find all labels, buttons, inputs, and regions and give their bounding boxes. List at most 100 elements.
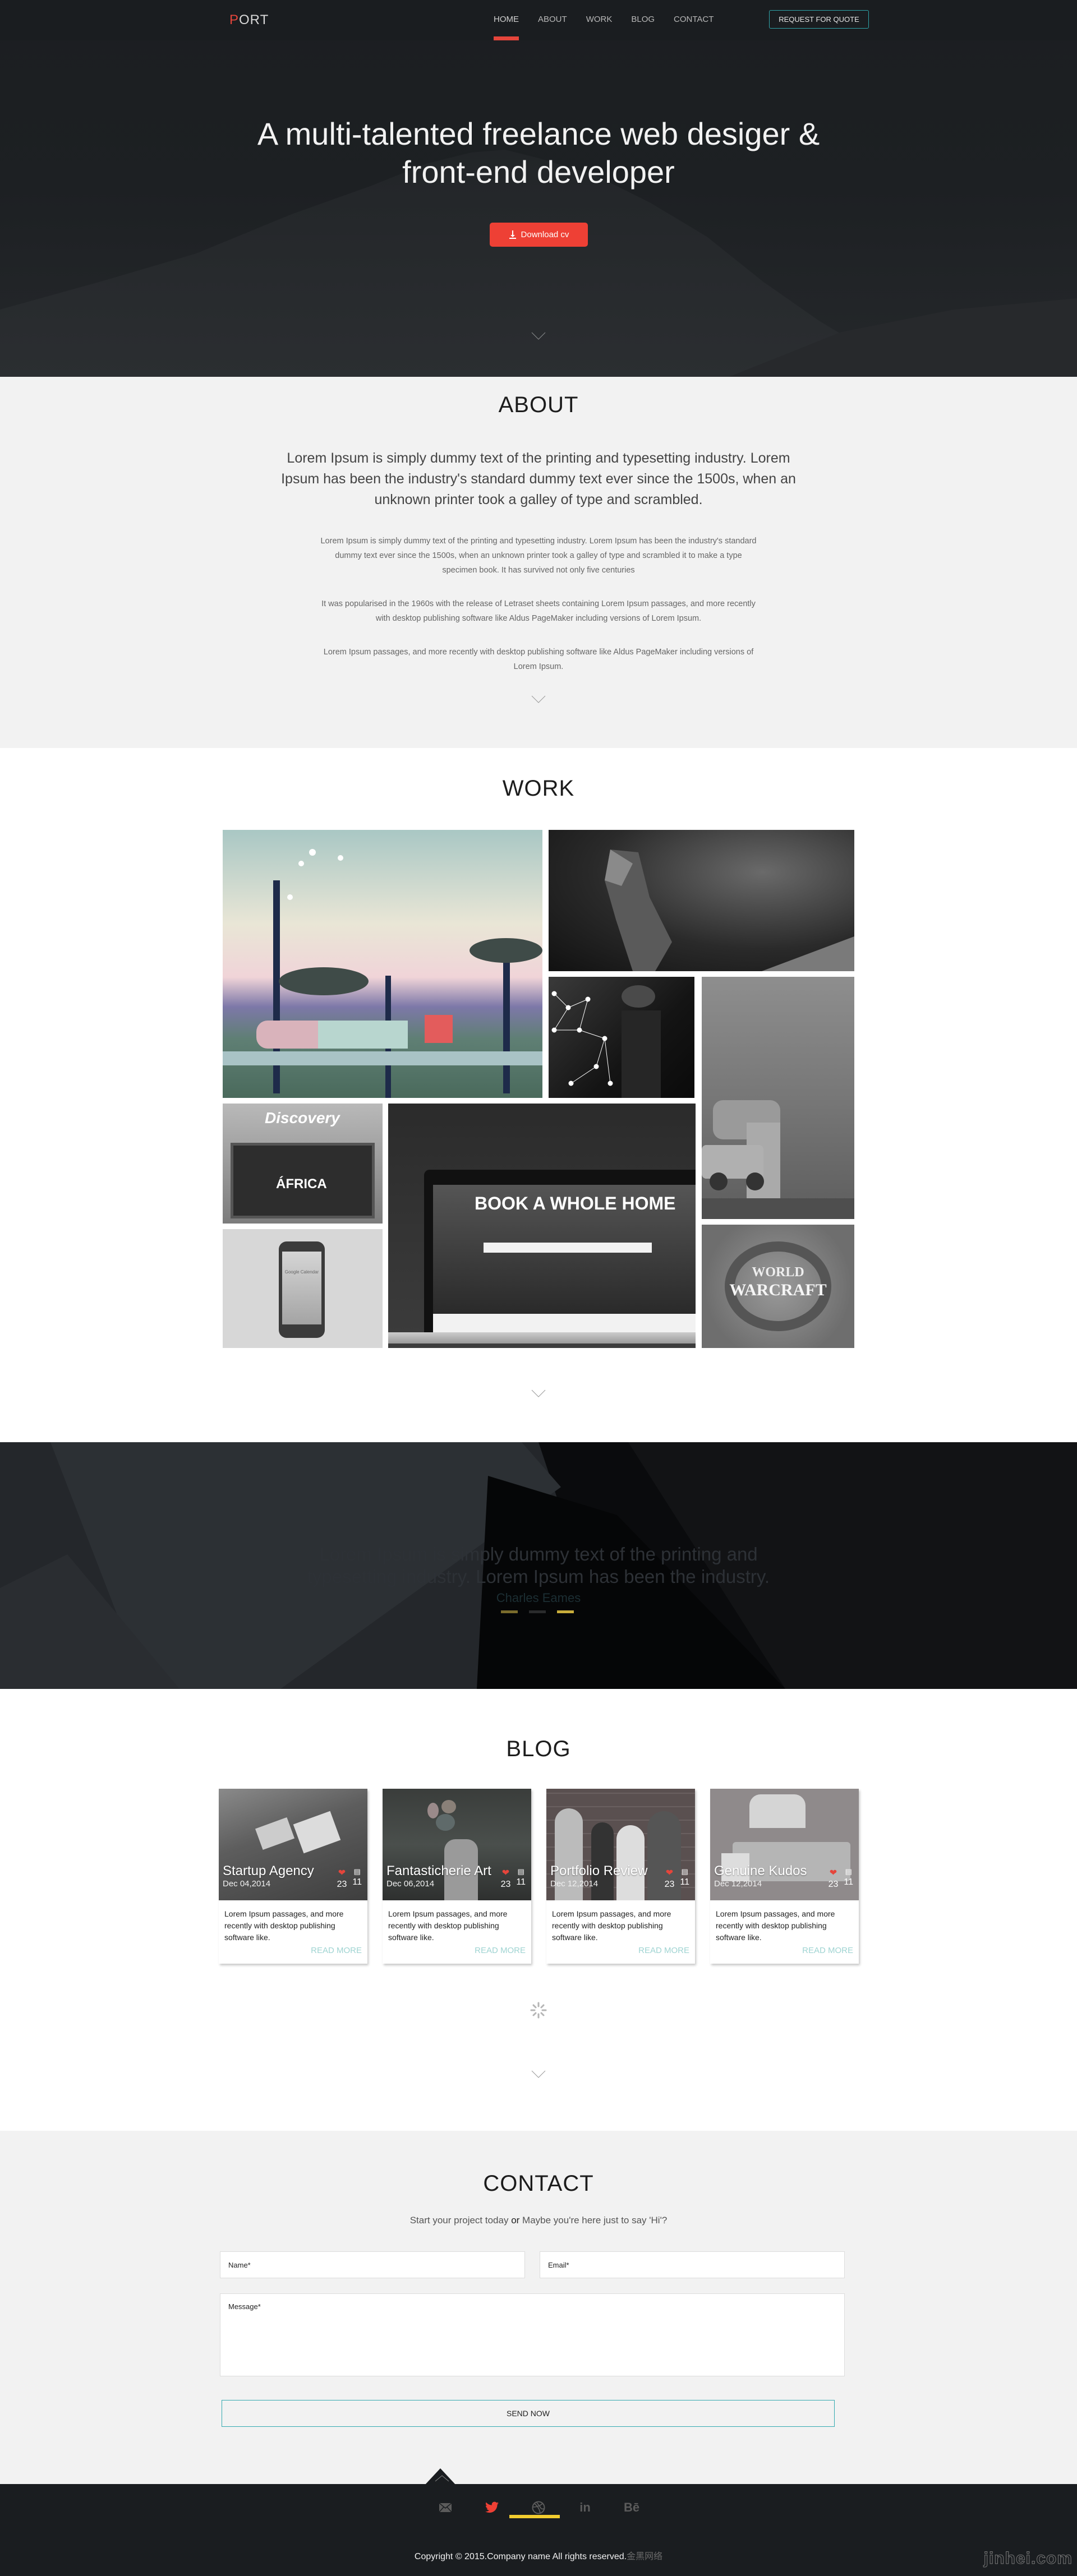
blog-section: BLOG Startup Agency Dec 04,2014 ❤ 23 ▤ 11 …: [0, 1689, 1077, 2131]
top-navbar: PORT HOME ABOUT WORK BLOG CONTACT REQUES…: [0, 0, 1077, 40]
blog-card-image[interactable]: Fantasticherie Art Dec 06,2014 ❤ 23 ▤ 11: [383, 1789, 531, 1900]
blog-card-date: Dec 12,2014: [714, 1879, 762, 1889]
about-paragraphs: Lorem Ipsum is simply dummy text of the …: [320, 534, 757, 693]
testimonial-author: Charles Eames: [496, 1591, 581, 1605]
twitter-icon[interactable]: [469, 2496, 516, 2519]
testimonial-dot-1[interactable]: [501, 1610, 518, 1613]
likes-count: 23: [500, 1880, 511, 1889]
comment-icon[interactable]: ▤: [518, 1867, 524, 1876]
blog-card-image[interactable]: Portfolio Review Dec 12,2014 ❤ 23 ▤ 11: [546, 1789, 695, 1900]
blog-card-excerpt: Lorem Ipsum passages, and more recently …: [552, 1909, 671, 1942]
heart-icon[interactable]: ❤: [830, 1867, 837, 1878]
likes-count: 23: [664, 1880, 675, 1889]
about-paragraph: Lorem Ipsum is simply dummy text of the …: [320, 537, 757, 575]
read-more-link[interactable]: READ MORE: [475, 1946, 526, 1955]
blog-card: Portfolio Review Dec 12,2014 ❤ 23 ▤ 11 Lor…: [546, 1789, 695, 1964]
work-item-illustrated-landscape[interactable]: [223, 830, 542, 1098]
warcraft-logo-text: WARCRAFT: [729, 1281, 827, 1299]
contact-section: CONTACT Start your project today or Mayb…: [0, 2131, 1077, 2484]
blog-card-excerpt: Lorem Ipsum passages, and more recently …: [388, 1909, 508, 1942]
blog-card-title[interactable]: Startup Agency: [223, 1863, 314, 1879]
car-stairs-image: [702, 1100, 854, 1219]
book-home-text: BOOK A WHOLE HOME: [475, 1193, 676, 1213]
nav-link-blog[interactable]: BLOG: [631, 15, 655, 40]
comment-icon[interactable]: ▤: [845, 1867, 852, 1876]
testimonial-dot-3[interactable]: [557, 1610, 574, 1613]
nav-link-about[interactable]: ABOUT: [538, 15, 567, 40]
contact-subtitle-or: or: [511, 2215, 520, 2226]
constellation-image: [551, 985, 661, 1098]
comment-icon[interactable]: ▤: [354, 1867, 361, 1876]
hero-title-line-1: A multi-talented freelance web desiger &: [257, 116, 820, 151]
logo-text: ORT: [239, 12, 269, 27]
nav-link-home[interactable]: HOME: [494, 15, 519, 40]
work-item-world-of-warcraft[interactable]: WORLD WARCRAFT: [702, 1225, 854, 1348]
read-more-link[interactable]: READ MORE: [311, 1946, 362, 1955]
testimonial-pagination: [501, 1610, 574, 1613]
comment-icon[interactable]: ▤: [682, 1867, 688, 1876]
chevron-down-icon[interactable]: [531, 1389, 546, 1397]
contact-subtitle-part-2: Maybe you're here just to say 'Hi'?: [519, 2215, 668, 2226]
request-quote-button[interactable]: REQUEST FOR QUOTE: [769, 10, 869, 29]
behance-icon[interactable]: Bē: [609, 2496, 655, 2519]
testimonial-section: Lorem Ipsum is simply dummy text of the …: [0, 1442, 1077, 1689]
active-social-indicator: [509, 2515, 560, 2518]
logo[interactable]: PORT: [229, 12, 269, 28]
download-cv-button[interactable]: Download cv: [490, 223, 588, 247]
email-field[interactable]: [540, 2251, 845, 2278]
nav-link-work[interactable]: WORK: [586, 15, 613, 40]
blog-card-image[interactable]: Startup Agency Dec 04,2014 ❤ 23 ▤ 11: [219, 1789, 367, 1900]
testimonial-dot-2[interactable]: [529, 1610, 546, 1613]
logo-accent-letter: P: [229, 12, 240, 27]
heart-icon[interactable]: ❤: [502, 1867, 509, 1878]
blog-card-image[interactable]: Genuine Kudos Dec 12,2014 ❤ 23 ▤ 11: [710, 1789, 859, 1900]
work-item-discovery-africa[interactable]: Discovery ÁFRICA: [223, 1104, 383, 1224]
blog-card: Startup Agency Dec 04,2014 ❤ 23 ▤ 11 Lorem…: [219, 1789, 367, 1964]
work-item-polygon-eagle[interactable]: [549, 830, 854, 971]
africa-text: ÁFRICA: [276, 1176, 327, 1192]
blog-card: Genuine Kudos Dec 12,2014 ❤ 23 ▤ 11 Lorem …: [710, 1789, 859, 1964]
blog-card-title[interactable]: Genuine Kudos: [714, 1863, 807, 1879]
about-paragraph: Lorem Ipsum passages, and more recently …: [323, 648, 754, 671]
send-now-button[interactable]: SEND NOW: [222, 2400, 835, 2427]
blog-card-stats: ❤ 23 ▤ 11: [337, 1867, 362, 1890]
work-item-car-stairs-photo[interactable]: [702, 977, 854, 1219]
heart-icon[interactable]: ❤: [666, 1867, 673, 1878]
work-section: WORK Discovery ÁFRICA BOOK A WHOLE HOME …: [0, 748, 1077, 1442]
chevron-up-icon: [435, 2475, 449, 2482]
chevron-down-icon[interactable]: [531, 2070, 546, 2078]
read-more-link[interactable]: READ MORE: [802, 1946, 853, 1955]
blog-card-title[interactable]: Fantasticherie Art: [386, 1863, 491, 1879]
discovery-logo-text: Discovery: [265, 1109, 340, 1127]
eagle-image: [605, 850, 854, 971]
about-paragraph: It was popularised in the 1960s with the…: [321, 599, 756, 623]
contact-title: CONTACT: [483, 2171, 594, 2196]
comments-count: 11: [352, 1877, 362, 1887]
about-title: ABOUT: [498, 393, 579, 417]
nav-link-contact[interactable]: CONTACT: [674, 15, 714, 40]
blog-card-title[interactable]: Portfolio Review: [550, 1863, 647, 1879]
blog-card-stats: ❤ 23 ▤ 11: [501, 1867, 526, 1890]
heart-icon[interactable]: ❤: [338, 1867, 346, 1878]
work-item-constellation-portrait[interactable]: [549, 977, 694, 1098]
likes-count: 23: [828, 1880, 839, 1889]
chevron-down-icon[interactable]: [531, 695, 546, 703]
blog-card-date: Dec 06,2014: [386, 1879, 435, 1889]
blog-card-date: Dec 12,2014: [550, 1879, 599, 1889]
comments-count: 11: [516, 1877, 526, 1887]
chevron-down-icon[interactable]: [531, 332, 546, 340]
spinner-icon: [530, 2002, 547, 2019]
blog-title: BLOG: [506, 1737, 571, 1761]
about-section: ABOUT Lorem Ipsum is simply dummy text o…: [0, 377, 1077, 748]
mail-icon[interactable]: [422, 2496, 469, 2519]
read-more-link[interactable]: READ MORE: [638, 1946, 689, 1955]
message-field[interactable]: [220, 2293, 845, 2376]
download-icon: [509, 230, 516, 239]
work-item-google-calendar-phone[interactable]: Google Calendar: [223, 1229, 383, 1348]
testimonial-quote: Lorem Ipsum is simply dummy text of the …: [307, 1544, 770, 1587]
linkedin-icon[interactable]: in: [562, 2496, 609, 2519]
blog-card-stats: ❤ 23 ▤ 11: [829, 1867, 853, 1890]
work-item-book-a-whole-home[interactable]: BOOK A WHOLE HOME: [388, 1104, 696, 1348]
name-field[interactable]: [220, 2251, 525, 2278]
hero-title: A multi-talented freelance web desiger &…: [0, 115, 1077, 191]
